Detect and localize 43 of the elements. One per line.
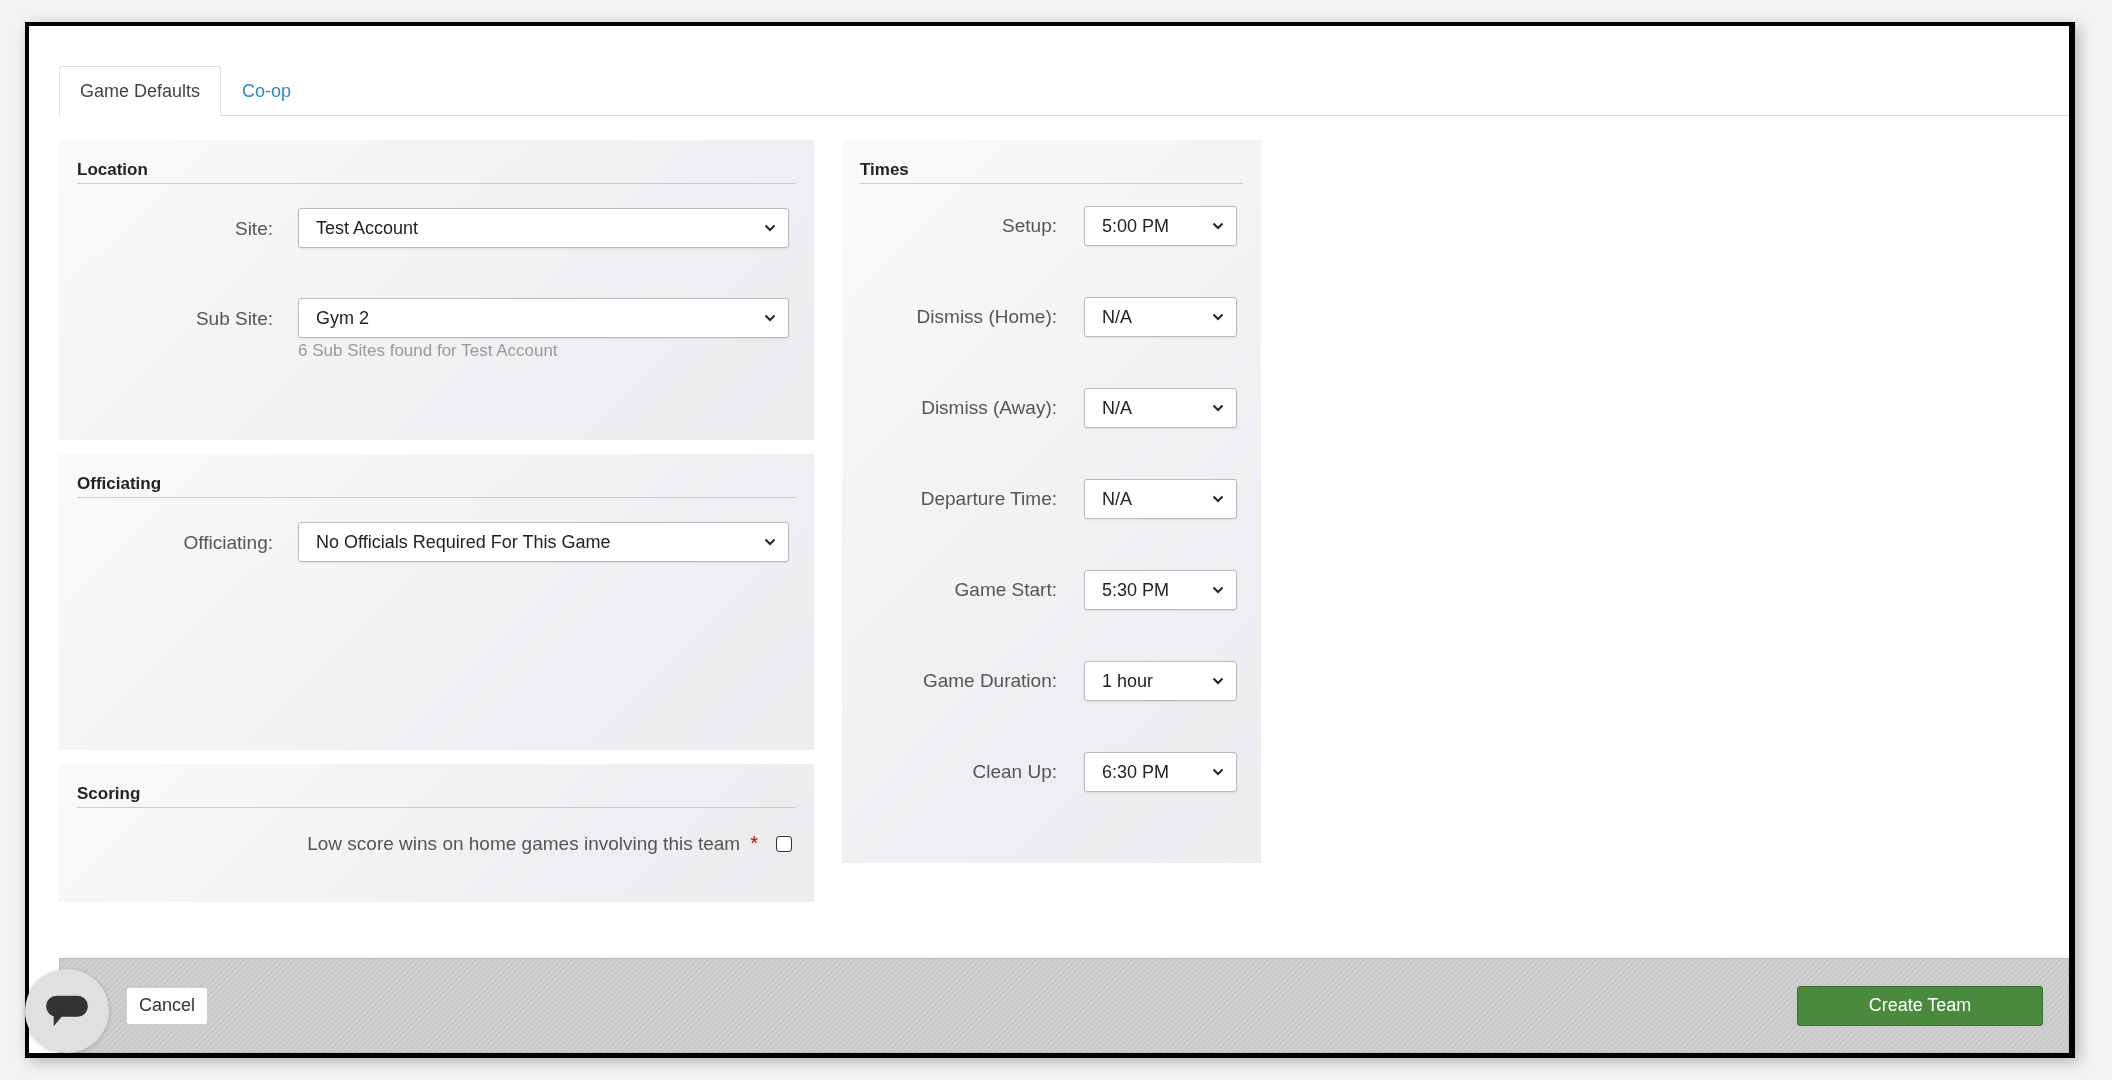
field-label: Game Duration: xyxy=(922,670,1057,692)
chat-button[interactable] xyxy=(25,969,109,1053)
dropdown[interactable]: 5:00 PM xyxy=(1084,206,1237,246)
helper-text: 6 Sub Sites found for Test Account xyxy=(298,341,559,361)
tab[interactable]: Game Defaults xyxy=(59,66,222,116)
dropdown[interactable]: No Officials Required For This Game xyxy=(298,522,789,562)
checkbox[interactable] xyxy=(776,835,792,852)
field-label: Setup: xyxy=(1002,215,1057,237)
section-title: Officiating xyxy=(77,474,796,498)
field-label: Sub Site: xyxy=(194,307,273,330)
chevron-icon xyxy=(1212,586,1224,594)
dropdown[interactable]: N/A xyxy=(1084,388,1237,428)
dropdown[interactable]: Gym 2 xyxy=(298,298,789,338)
section-title: Times xyxy=(860,160,1243,184)
field-label: Officiating: xyxy=(182,531,273,554)
dropdown[interactable]: 1 hour xyxy=(1084,661,1237,701)
dropdown[interactable]: N/A xyxy=(1084,479,1237,519)
section-title: Location xyxy=(77,160,796,184)
chevron-icon xyxy=(764,314,776,322)
dropdown[interactable]: 6:30 PM xyxy=(1084,752,1237,792)
chevron-icon xyxy=(764,538,776,546)
dropdown[interactable]: Test Account xyxy=(298,208,789,248)
chevron-icon xyxy=(1212,495,1224,503)
dropdown[interactable]: 5:30 PM xyxy=(1084,570,1237,610)
section-title: Scoring xyxy=(77,784,796,808)
dropdown[interactable]: N/A xyxy=(1084,297,1237,337)
field-label: Departure Time: xyxy=(920,488,1057,510)
option-label: Low score wins on home games involving this team xyxy=(307,832,741,855)
field-label: Game Start: xyxy=(954,579,1057,601)
chevron-icon xyxy=(764,224,776,232)
field-label: Dismiss (Home): xyxy=(916,306,1057,328)
field-label: Clean Up: xyxy=(972,761,1057,783)
tab[interactable]: Co-op xyxy=(221,66,313,116)
create-team-button[interactable]: Create Team xyxy=(1797,985,2043,1026)
chevron-icon xyxy=(1212,222,1224,230)
chevron-icon xyxy=(1212,768,1224,776)
field-label: Dismiss (Away): xyxy=(921,397,1057,419)
chevron-icon xyxy=(1212,404,1224,412)
chevron-icon xyxy=(1212,677,1224,685)
field-label: Site: xyxy=(233,217,273,240)
chevron-icon xyxy=(1212,313,1224,321)
cancel-button[interactable]: Cancel xyxy=(126,986,209,1025)
required-mark: * xyxy=(750,832,758,855)
